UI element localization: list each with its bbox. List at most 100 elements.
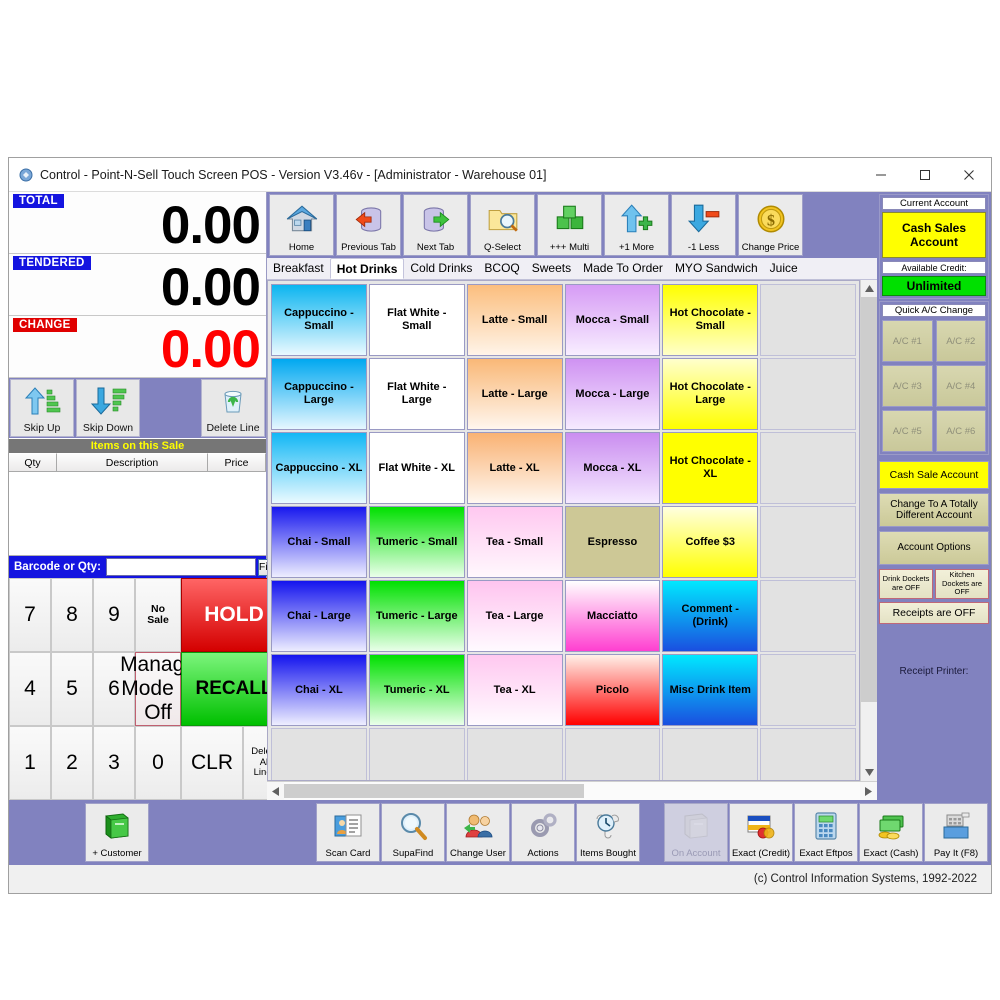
account-name-display[interactable]: Cash Sales Account: [882, 212, 986, 258]
skip-up-button[interactable]: Skip Up: [10, 379, 74, 437]
product-button-tumeric-large[interactable]: Tumeric - Large: [368, 580, 465, 652]
keypad-key-9[interactable]: 9: [93, 578, 135, 652]
kitchen-dockets-toggle[interactable]: Kitchen Dockets are OFF: [935, 569, 989, 599]
product-button-macciatto[interactable]: Macciatto: [564, 580, 661, 652]
scroll-left-icon[interactable]: [267, 782, 284, 800]
product-button-mocca-xl[interactable]: Mocca - XL: [564, 432, 661, 504]
bottom-button-actions[interactable]: Actions: [511, 803, 575, 862]
barcode-input[interactable]: [105, 558, 256, 576]
product-button-flat-white-xl[interactable]: Flat White - XL: [368, 432, 465, 504]
tab-made-to-order[interactable]: Made To Order: [577, 258, 669, 279]
product-button-hot-chocolate-large[interactable]: Hot Chocolate - Large: [662, 358, 759, 430]
keypad-key-8[interactable]: 8: [51, 578, 93, 652]
bottom-button-exact-cash[interactable]: Exact (Cash): [859, 803, 923, 862]
product-button-coffee-3[interactable]: Coffee $3: [662, 506, 759, 578]
copyright-text: (c) Control Information Systems, 1992-20…: [753, 873, 977, 885]
sale-list-body[interactable]: [9, 472, 266, 556]
product-button-chai-large[interactable]: Chai - Large: [271, 580, 367, 652]
product-button-cappuccino-large[interactable]: Cappuccino - Large: [271, 358, 367, 430]
product-button-tumeric-small[interactable]: Tumeric - Small: [368, 506, 465, 578]
tab-juice[interactable]: Juice: [764, 258, 804, 279]
quick-account-button-1[interactable]: A/C #1: [882, 320, 933, 362]
product-button-latte-small[interactable]: Latte - Small: [466, 284, 563, 356]
keypad-key-2[interactable]: 2: [51, 726, 93, 800]
scroll-right-icon[interactable]: [860, 782, 877, 800]
product-button-mocca-large[interactable]: Mocca - Large: [564, 358, 661, 430]
product-button-cappuccino-xl[interactable]: Cappuccino - XL: [271, 432, 367, 504]
tab-breakfast[interactable]: Breakfast: [267, 258, 330, 279]
bottom-button-customer[interactable]: + Customer: [85, 803, 149, 862]
toolbar-button-1-less[interactable]: -1 Less: [671, 194, 736, 256]
product-grid-vertical-scrollbar[interactable]: [860, 280, 877, 781]
quick-account-button-2[interactable]: A/C #2: [935, 320, 986, 362]
tab-myo-sandwich[interactable]: MYO Sandwich: [669, 258, 764, 279]
toolbar-button-previous-tab[interactable]: Previous Tab: [336, 194, 401, 256]
product-button-mocca-small[interactable]: Mocca - Small: [564, 284, 661, 356]
keypad-key-clr[interactable]: CLR: [181, 726, 243, 800]
close-button[interactable]: [947, 158, 991, 191]
product-button-chai-xl[interactable]: Chai - XL: [271, 654, 367, 726]
product-button-tea-large[interactable]: Tea - Large: [466, 580, 563, 652]
vertical-scroll-thumb[interactable]: [861, 297, 877, 702]
bottom-button-pay-it-f8[interactable]: Pay It (F8): [924, 803, 988, 862]
product-button-chai-small[interactable]: Chai - Small: [271, 506, 367, 578]
minimize-button[interactable]: [859, 158, 903, 191]
product-button-picolo[interactable]: Picolo: [564, 654, 661, 726]
quick-account-button-6[interactable]: A/C #6: [935, 410, 986, 452]
product-button-flat-white-large[interactable]: Flat White - Large: [368, 358, 465, 430]
keypad-key-7[interactable]: 7: [9, 578, 51, 652]
toolbar-button-home[interactable]: Home: [269, 194, 334, 256]
scroll-down-icon[interactable]: [861, 764, 877, 781]
tab-bcoq[interactable]: BCOQ: [478, 258, 525, 279]
product-button-tumeric-xl[interactable]: Tumeric - XL: [368, 654, 465, 726]
quick-account-button-3[interactable]: A/C #3: [882, 365, 933, 407]
cash-sale-account-button[interactable]: Cash Sale Account: [879, 461, 989, 489]
vertical-scroll-track[interactable]: [861, 702, 877, 764]
keypad-key-1[interactable]: 1: [9, 726, 51, 800]
product-button-flat-white-small[interactable]: Flat White - Small: [368, 284, 465, 356]
product-button-cappuccino-small[interactable]: Cappuccino - Small: [271, 284, 367, 356]
skip-down-button[interactable]: Skip Down: [76, 379, 140, 437]
quick-account-button-4[interactable]: A/C #4: [935, 365, 986, 407]
product-button-latte-xl[interactable]: Latte - XL: [466, 432, 563, 504]
keypad-key-4[interactable]: 4: [9, 652, 51, 726]
keypad-key-3[interactable]: 3: [93, 726, 135, 800]
keypad-key-0[interactable]: 0: [135, 726, 181, 800]
bottom-button-items-bought[interactable]: Items Bought: [576, 803, 640, 862]
horizontal-scroll-track[interactable]: [284, 782, 860, 800]
horizontal-scroll-thumb[interactable]: [284, 784, 584, 798]
product-button-latte-large[interactable]: Latte - Large: [466, 358, 563, 430]
delete-line-button[interactable]: Delete Line: [201, 379, 265, 437]
keypad-key-5[interactable]: 5: [51, 652, 93, 726]
product-button-misc-drink-item[interactable]: Misc Drink Item: [662, 654, 759, 726]
change-account-button[interactable]: Change To A Totally Different Account: [879, 493, 989, 527]
product-button-espresso[interactable]: Espresso: [564, 506, 661, 578]
toolbar-button-next-tab[interactable]: Next Tab: [403, 194, 468, 256]
toolbar-button-multi[interactable]: +++ Multi: [537, 194, 602, 256]
bottom-button-exact-credit[interactable]: Exact (Credit): [729, 803, 793, 862]
tab-sweets[interactable]: Sweets: [526, 258, 577, 279]
product-button-tea-small[interactable]: Tea - Small: [466, 506, 563, 578]
product-button-tea-xl[interactable]: Tea - XL: [466, 654, 563, 726]
bottom-button-change-user[interactable]: Change User: [446, 803, 510, 862]
bottom-button-exact-eftpos[interactable]: Exact Eftpos: [794, 803, 858, 862]
toolbar-button-q-select[interactable]: Q-Select: [470, 194, 535, 256]
bottom-button-supafind[interactable]: SupaFind: [381, 803, 445, 862]
product-button-hot-chocolate-xl[interactable]: Hot Chocolate - XL: [662, 432, 759, 504]
toolbar-button-1-more[interactable]: +1 More: [604, 194, 669, 256]
drink-dockets-toggle[interactable]: Drink Dockets are OFF: [879, 569, 933, 599]
product-button-comment-drink[interactable]: Comment - (Drink): [662, 580, 759, 652]
product-grid-horizontal-scrollbar[interactable]: [267, 781, 877, 800]
scroll-up-icon[interactable]: [861, 280, 877, 297]
quick-account-button-5[interactable]: A/C #5: [882, 410, 933, 452]
tab-hot-drinks[interactable]: Hot Drinks: [329, 258, 405, 279]
bottom-button-scan-card[interactable]: Scan Card: [316, 803, 380, 862]
account-options-button[interactable]: Account Options: [879, 531, 989, 565]
receipts-toggle[interactable]: Receipts are OFF: [879, 601, 989, 624]
keypad-key-no-sale[interactable]: No Sale: [135, 578, 181, 652]
tab-cold-drinks[interactable]: Cold Drinks: [404, 258, 478, 279]
keypad-key-manage-mode-is-off[interactable]: Manage Mode is Off: [120, 652, 196, 726]
maximize-button[interactable]: [903, 158, 947, 191]
toolbar-button-change-price[interactable]: $ Change Price: [738, 194, 803, 256]
product-button-hot-chocolate-small[interactable]: Hot Chocolate - Small: [662, 284, 759, 356]
